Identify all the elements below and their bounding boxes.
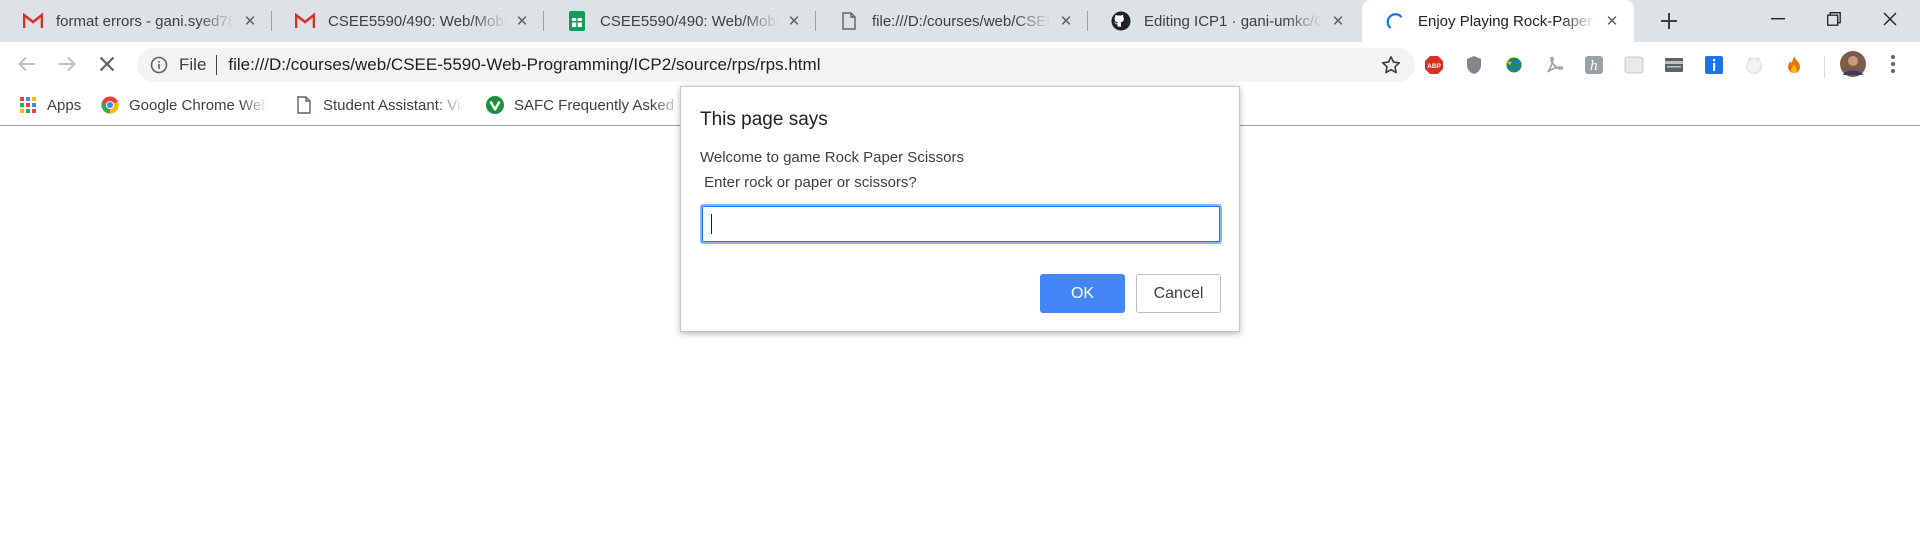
text-caret <box>711 214 712 234</box>
tab-title: CSEE5590/490: Web/Mobile Programming <box>328 12 506 30</box>
stop-loading-button[interactable] <box>89 46 125 82</box>
forward-button[interactable] <box>49 46 85 82</box>
dialog-title: This page says <box>700 109 828 130</box>
close-icon[interactable]: ✕ <box>512 11 532 31</box>
new-tab-button[interactable] <box>1654 7 1684 35</box>
bookmark-label: Student Assistant: View <box>323 96 464 114</box>
minimize-button[interactable] <box>1750 0 1806 38</box>
bookmark-apps[interactable]: Apps <box>19 86 81 124</box>
gmail-icon <box>22 11 44 31</box>
tab-title: format errors - gani.syed786 <box>56 12 234 30</box>
bookmark-student-assistant[interactable]: Student Assistant: View <box>295 86 464 124</box>
tab-title: Enjoy Playing Rock-Paper-Scissors <box>1418 12 1596 30</box>
github-icon <box>1110 11 1132 31</box>
plus-icon <box>1661 13 1677 29</box>
avatar[interactable] <box>1840 51 1866 77</box>
tab-gmail-format-errors[interactable]: format errors - gani.syed786 ✕ <box>0 0 272 42</box>
tab-gmail-csee5590[interactable]: CSEE5590/490: Web/Mobile Programming ✕ <box>272 0 544 42</box>
prompt-dialog: This page says Welcome to game Rock Pape… <box>680 86 1240 332</box>
url-scheme-label: File <box>179 55 207 74</box>
dialog-message: Welcome to game Rock Paper Scissors <box>700 149 964 166</box>
bookmark-safc[interactable]: SAFC Frequently Asked <box>486 86 684 124</box>
translate-icon[interactable]: h <box>1584 55 1604 75</box>
apps-grid-icon <box>19 96 37 114</box>
check-badge-icon <box>486 96 504 114</box>
restore-button[interactable] <box>1806 0 1862 38</box>
close-icon[interactable]: ✕ <box>1056 11 1076 31</box>
tab-file-courses[interactable]: file:///D:/courses/web/CSEE-5590 ✕ <box>816 0 1088 42</box>
arrow-left-icon <box>18 56 35 72</box>
tab-rock-paper-scissors[interactable]: Enjoy Playing Rock-Paper-Scissors ✕ <box>1362 0 1634 42</box>
sheets-icon <box>566 11 588 31</box>
svg-text:ABP: ABP <box>1427 63 1441 70</box>
close-icon[interactable]: ✕ <box>1328 11 1348 31</box>
minimize-icon <box>1771 18 1785 20</box>
more-vertical-icon <box>1891 55 1895 73</box>
tab-github-editing[interactable]: Editing ICP1 · gani-umkc/CSEE ✕ <box>1088 0 1360 42</box>
back-button[interactable] <box>9 46 45 82</box>
ok-button[interactable]: OK <box>1040 274 1125 313</box>
close-icon[interactable]: ✕ <box>240 11 260 31</box>
pdf-icon[interactable] <box>1544 55 1564 75</box>
dialog-message: Enter rock or paper or scissors? <box>700 174 917 191</box>
close-icon <box>1883 12 1897 26</box>
divider <box>216 55 218 75</box>
info-circle-icon[interactable] <box>149 55 169 75</box>
prompt-input[interactable] <box>700 204 1222 244</box>
gmail-icon <box>294 11 316 31</box>
tab-title: Editing ICP1 · gani-umkc/CSEE <box>1144 12 1322 30</box>
card-icon[interactable] <box>1664 55 1684 75</box>
bookmark-label: Apps <box>47 96 82 114</box>
tab-title: file:///D:/courses/web/CSEE-5590 <box>872 12 1050 30</box>
arrow-right-icon <box>59 56 76 72</box>
star-icon[interactable] <box>1381 55 1401 75</box>
bookmark-label: SAFC Frequently Asked <box>514 96 675 114</box>
chrome-icon <box>101 96 119 114</box>
shield-icon[interactable] <box>1464 55 1484 75</box>
grey-box-icon[interactable] <box>1624 55 1644 75</box>
close-icon[interactable]: ✕ <box>1602 11 1622 31</box>
loading-icon <box>1384 11 1406 31</box>
cancel-button[interactable]: Cancel <box>1136 274 1221 313</box>
adblock-icon[interactable]: ABP <box>1424 55 1444 75</box>
restore-icon <box>1827 12 1841 26</box>
stop-icon <box>99 56 115 72</box>
timer-icon[interactable] <box>1744 55 1764 75</box>
page-icon <box>295 96 313 114</box>
globe-icon[interactable] <box>1504 55 1524 75</box>
toolbar-divider <box>1824 56 1825 78</box>
tab-title: CSEE5590/490: Web/Mobile Programming <box>600 12 778 30</box>
address-bar[interactable]: File file:///D:/courses/web/CSEE-5590-We… <box>137 48 1415 82</box>
bookmark-label: Google Chrome Web Store <box>129 96 268 114</box>
bookmark-chrome-web-store[interactable]: Google Chrome Web Store <box>101 86 268 124</box>
file-icon <box>838 11 860 31</box>
close-icon[interactable]: ✕ <box>784 11 804 31</box>
toolbar: File file:///D:/courses/web/CSEE-5590-We… <box>0 42 1920 86</box>
fire-icon[interactable] <box>1784 55 1804 75</box>
info-icon[interactable] <box>1704 55 1724 75</box>
url-text[interactable]: file:///D:/courses/web/CSEE-5590-Web-Pro… <box>228 55 820 75</box>
tab-strip: format errors - gani.syed786 ✕ CSEE5590/… <box>0 0 1920 42</box>
more-menu-button[interactable] <box>1883 54 1903 74</box>
tab-sheets-csee5590[interactable]: CSEE5590/490: Web/Mobile Programming ✕ <box>544 0 816 42</box>
svg-text:h: h <box>1590 59 1598 74</box>
close-window-button[interactable] <box>1862 0 1918 38</box>
